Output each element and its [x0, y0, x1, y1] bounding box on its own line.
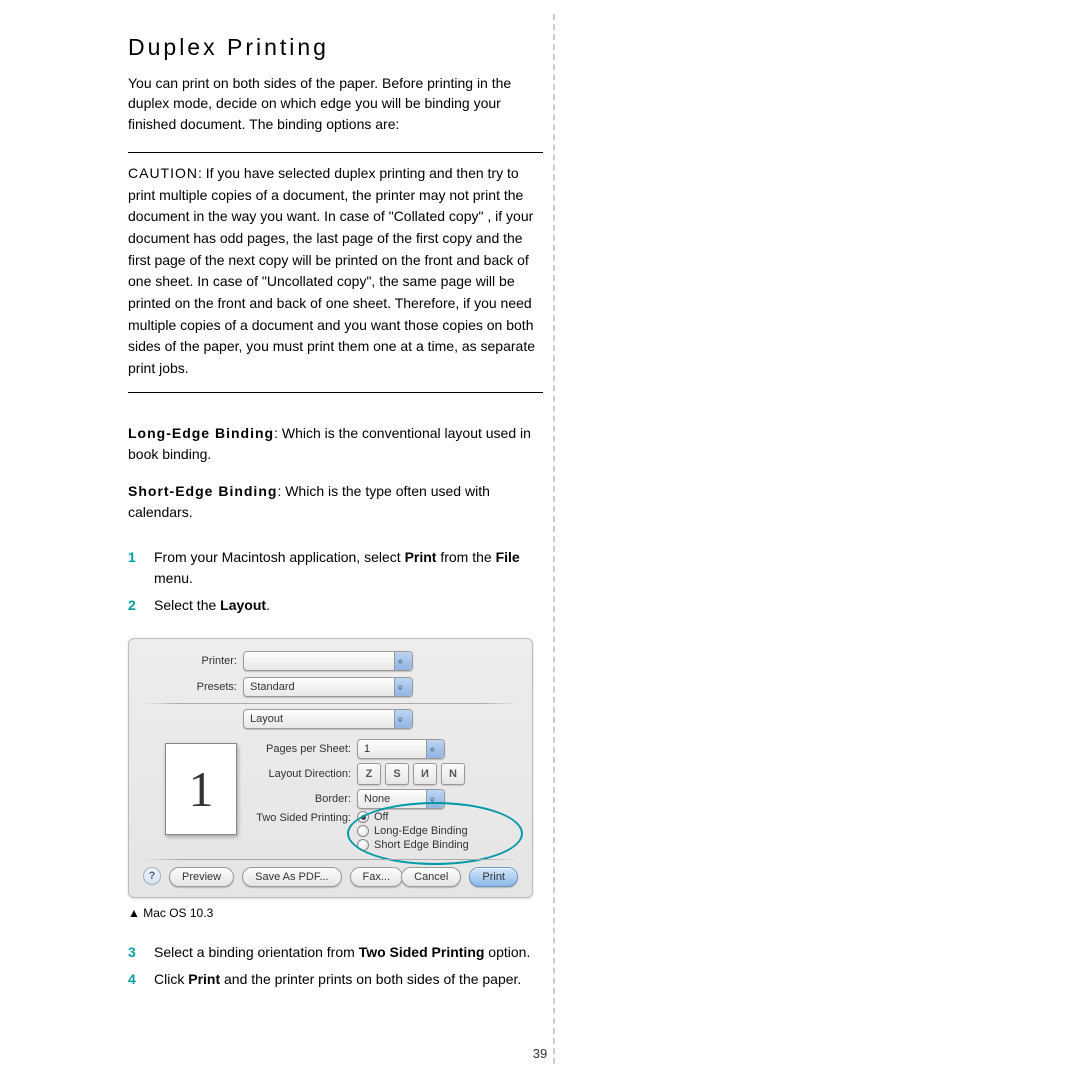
- tsp-options: Off Long-Edge Binding Short Edge Binding: [357, 811, 469, 853]
- radio-icon: [357, 839, 369, 851]
- print-button[interactable]: Print: [469, 867, 518, 887]
- save-pdf-button[interactable]: Save As PDF...: [242, 867, 341, 887]
- step-text: Click Print and the printer prints on bo…: [154, 969, 543, 990]
- chevron-updown-icon: [394, 710, 412, 728]
- chevron-down-icon: [426, 790, 444, 808]
- cancel-button[interactable]: Cancel: [401, 867, 461, 887]
- fax-button[interactable]: Fax...: [350, 867, 404, 887]
- dir-label: Layout Direction:: [255, 768, 351, 780]
- step-4: 4 Click Print and the printer prints on …: [128, 969, 543, 990]
- printer-label: Printer:: [167, 655, 237, 667]
- column-divider: [553, 14, 555, 1064]
- heading-duplex: Duplex Printing: [128, 34, 543, 61]
- short-edge-para: Short-Edge Binding: Which is the type of…: [128, 481, 543, 523]
- dir-btn-4[interactable]: N: [441, 763, 465, 785]
- step-3: 3 Select a binding orientation from Two …: [128, 942, 543, 963]
- divider: [143, 703, 518, 704]
- step-number: 4: [128, 969, 154, 990]
- tsp-row: Two Sided Printing: Off Long-Edge Bindin…: [255, 811, 469, 853]
- content-column: Duplex Printing You can print on both si…: [128, 34, 543, 1012]
- section-dropdown[interactable]: Layout: [243, 709, 413, 729]
- left-buttons: ? Preview Save As PDF... Fax...: [143, 867, 403, 887]
- help-button[interactable]: ?: [143, 867, 161, 885]
- dir-btn-1[interactable]: Z: [357, 763, 381, 785]
- page-number: 39: [0, 1046, 1080, 1061]
- presets-row: Presets: Standard: [167, 677, 413, 697]
- presets-label: Presets:: [167, 681, 237, 693]
- screenshot-caption: ▲ Mac OS 10.3: [128, 906, 543, 920]
- layout-direction-buttons: Z S И N: [357, 763, 465, 785]
- pps-label: Pages per Sheet:: [255, 743, 351, 755]
- preview-button[interactable]: Preview: [169, 867, 234, 887]
- caution-label: CAUTION: [128, 165, 198, 181]
- step-text: From your Macintosh application, select …: [154, 547, 543, 589]
- dir-btn-3[interactable]: И: [413, 763, 437, 785]
- short-edge-label: Short-Edge Binding: [128, 483, 277, 499]
- tsp-label: Two Sided Printing:: [255, 811, 351, 824]
- caution-box: CAUTION: If you have selected duplex pri…: [128, 152, 543, 393]
- steps-list-a: 1 From your Macintosh application, selec…: [128, 547, 543, 616]
- caution-text: : If you have selected duplex printing a…: [128, 165, 535, 376]
- border-label: Border:: [255, 793, 351, 805]
- step-2: 2 Select the Layout.: [128, 595, 543, 616]
- section-row: Layout: [243, 709, 413, 729]
- chevron-updown-icon: [426, 740, 444, 758]
- step-number: 3: [128, 942, 154, 963]
- border-row: Border: None: [255, 789, 445, 809]
- border-dropdown[interactable]: None: [357, 789, 445, 809]
- dir-btn-2[interactable]: S: [385, 763, 409, 785]
- long-edge-label: Long-Edge Binding: [128, 425, 274, 441]
- step-1: 1 From your Macintosh application, selec…: [128, 547, 543, 589]
- presets-dropdown[interactable]: Standard: [243, 677, 413, 697]
- right-buttons: Cancel Print: [401, 867, 518, 887]
- printer-dropdown[interactable]: [243, 651, 413, 671]
- radio-long-edge[interactable]: Long-Edge Binding: [357, 825, 469, 837]
- step-number: 1: [128, 547, 154, 568]
- steps-list-b: 3 Select a binding orientation from Two …: [128, 942, 543, 990]
- step-text: Select a binding orientation from Two Si…: [154, 942, 543, 963]
- divider: [143, 859, 518, 860]
- step-number: 2: [128, 595, 154, 616]
- radio-icon: [357, 825, 369, 837]
- chevron-updown-icon: [394, 678, 412, 696]
- print-dialog: Printer: Presets: Standard Layout 1 Page…: [128, 638, 533, 898]
- dir-row: Layout Direction: Z S И N: [255, 763, 465, 785]
- page-preview-thumb: 1: [165, 743, 237, 835]
- radio-icon: [357, 811, 369, 823]
- radio-off[interactable]: Off: [357, 811, 469, 823]
- step-text: Select the Layout.: [154, 595, 543, 616]
- long-edge-para: Long-Edge Binding: Which is the conventi…: [128, 423, 543, 465]
- chevron-updown-icon: [394, 652, 412, 670]
- printer-row: Printer:: [167, 651, 413, 671]
- pps-dropdown[interactable]: 1: [357, 739, 445, 759]
- intro-paragraph: You can print on both sides of the paper…: [128, 73, 543, 134]
- radio-short-edge[interactable]: Short Edge Binding: [357, 839, 469, 851]
- pps-row: Pages per Sheet: 1: [255, 739, 445, 759]
